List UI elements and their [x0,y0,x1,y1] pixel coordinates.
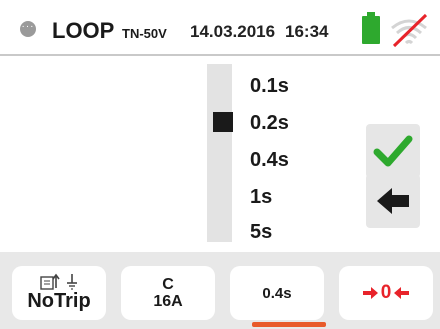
back-arrow-icon [377,188,409,214]
selection-marker [213,112,233,132]
active-tab-indicator [252,322,326,327]
time-tab[interactable]: 0.4s [230,266,324,320]
option-0-2s[interactable]: 0.2s [250,112,289,135]
menu-dots-icon[interactable]: ··· [20,21,36,37]
zero-label: 0 [380,282,392,303]
status-header: ··· LOOP TN-50V 14.03.2016 16:34 [0,0,440,56]
time-display: 16:34 [285,22,329,41]
zero-calibration-tab[interactable]: 0 [339,266,433,320]
zero-calibration-icon: 0 [362,282,410,304]
option-5s[interactable]: 5s [250,221,272,244]
check-icon [373,135,413,167]
wifi-disabled-icon [391,13,428,48]
confirm-button[interactable] [366,124,420,178]
time-selector-bar[interactable] [207,64,232,242]
option-0-4s[interactable]: 0.4s [250,149,289,172]
date-display: 14.03.2016 [190,22,276,41]
page-title: LOOP [52,18,115,43]
notrip-icon [40,272,78,290]
option-0-1s[interactable]: 0.1s [250,75,289,98]
breaker-type-label: C [162,276,174,293]
notrip-label: NoTrip [27,290,91,312]
breaker-tab[interactable]: C 16A [121,266,215,320]
time-tab-label: 0.4s [262,284,292,302]
battery-icon [362,12,380,44]
back-button[interactable] [366,174,420,228]
notrip-tab[interactable]: NoTrip [12,266,106,320]
breaker-rating-label: 16A [153,293,183,310]
page-subtitle: TN-50V [122,26,167,41]
option-1s[interactable]: 1s [250,186,272,209]
